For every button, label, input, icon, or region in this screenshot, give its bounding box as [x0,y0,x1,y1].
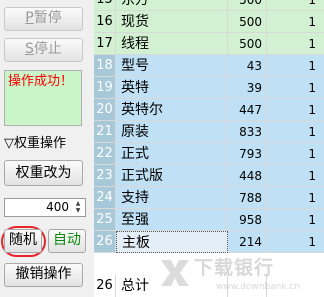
watermark-url: www.downbank.cn [216,282,301,292]
value-cell[interactable]: 833 [228,121,267,143]
row-number: 19 [94,77,116,99]
value-cell[interactable]: 793 [228,143,267,165]
weight-cell[interactable]: 1 [267,11,324,33]
value-cell[interactable]: 448 [228,165,267,187]
pause-hotkey: P [25,10,34,26]
weight-cell[interactable]: 1 [267,99,324,121]
row-number: 15 [94,0,116,11]
table-row[interactable]: 18 型号 43 1 [94,55,324,77]
table-row[interactable]: 26 主板 214 1 [94,231,324,253]
weight-value: 400 [46,200,69,214]
weight-cell[interactable]: 1 [267,0,324,11]
keyword-cell[interactable]: 英特尔 [116,99,228,121]
reweight-button[interactable]: 权重改为 [4,160,83,186]
table-row[interactable]: 19 英特 39 1 [94,77,324,99]
weight-cell[interactable]: 1 [267,55,324,77]
table-row[interactable]: 17 线程 500 1 [94,33,324,55]
row-number: 26 [94,231,116,253]
keyword-cell[interactable]: 原装 [116,121,228,143]
keyword-cell[interactable]: 型号 [116,55,228,77]
pause-label: 暂停 [33,10,62,26]
row-number: 23 [94,165,116,187]
keyword-cell[interactable]: 线程 [116,33,228,55]
undo-button[interactable]: 撤销操作 [4,263,83,287]
stop-label: 停止 [33,41,62,57]
weight-operation-section-title[interactable]: ▽权重操作 [4,136,66,152]
weight-cell[interactable]: 1 [267,77,324,99]
keyword-cell[interactable]: 正式 [116,143,228,165]
weight-cell[interactable]: 1 [267,33,324,55]
keyword-cell[interactable]: 至强 [116,209,228,231]
weight-cell[interactable]: 1 [267,165,324,187]
keyword-cell[interactable]: 正式版 [116,165,228,187]
value-cell[interactable]: 447 [228,99,267,121]
weight-cell[interactable]: 1 [267,143,324,165]
value-cell[interactable]: 43 [228,55,267,77]
weight-cell[interactable]: 1 [267,121,324,143]
watermark-text: 下载银行 [194,257,275,279]
table-row[interactable]: 16 现货 500 1 [94,11,324,33]
spin-arrows-icon[interactable]: ▲ ▼ [72,200,84,215]
keyword-cell[interactable]: 英特 [116,77,228,99]
keyword-cell[interactable]: 支持 [116,187,228,209]
table-row[interactable]: 15东方5001 [94,0,324,11]
table-row[interactable]: 22 正式 793 1 [94,143,324,165]
row-number: 24 [94,187,116,209]
status-message: 操作成功！ [8,74,74,89]
weight-cell[interactable]: 1 [267,209,324,231]
row-number: 17 [94,33,116,55]
table-row[interactable]: 25 至强 958 1 [94,209,324,231]
weight-value-input[interactable]: 400 ▲ ▼ [4,198,86,217]
watermark-x-icon [161,260,189,286]
table-row[interactable]: 20 英特尔 447 1 [94,99,324,121]
watermark-logo: 下载银行 www.downbank.cn [156,253,324,297]
row-number: 25 [94,209,116,231]
value-cell[interactable]: 500 [228,33,267,55]
row-number: 21 [94,121,116,143]
stop-hotkey: S [25,41,34,57]
weight-cell[interactable]: 1 [267,187,324,209]
value-cell[interactable]: 500 [228,0,267,11]
operation-panel: P暂停 S停止 操作成功！ ▽权重操作 权重改为 400 ▲ ▼ 随机 自动 撤销… [0,0,93,297]
table-row[interactable]: 24 支持 788 1 [94,187,324,209]
row-number: 20 [94,99,116,121]
pause-button[interactable]: P暂停 [4,7,83,31]
random-button[interactable]: 随机 [4,229,42,253]
total-row-number: 26 [94,275,116,297]
value-cell[interactable]: 214 [228,231,267,253]
value-cell[interactable]: 500 [228,11,267,33]
keyword-cell[interactable]: 现货 [116,11,228,33]
weight-cell[interactable]: 1 [267,231,324,253]
keyword-cell[interactable]: 主板 [116,231,228,253]
stop-button[interactable]: S停止 [4,38,83,62]
row-number: 18 [94,55,116,77]
value-cell[interactable]: 788 [228,187,267,209]
value-cell[interactable]: 39 [228,77,267,99]
status-message-box: 操作成功！ [4,70,82,126]
table-row[interactable]: 21 原装 833 1 [94,121,324,143]
row-number: 22 [94,143,116,165]
value-cell[interactable]: 958 [228,209,267,231]
table-row[interactable]: 23 正式版 448 1 [94,165,324,187]
keyword-cell[interactable]: 东方 [116,0,228,11]
auto-button[interactable]: 自动 [48,229,86,253]
row-number: 16 [94,11,116,33]
